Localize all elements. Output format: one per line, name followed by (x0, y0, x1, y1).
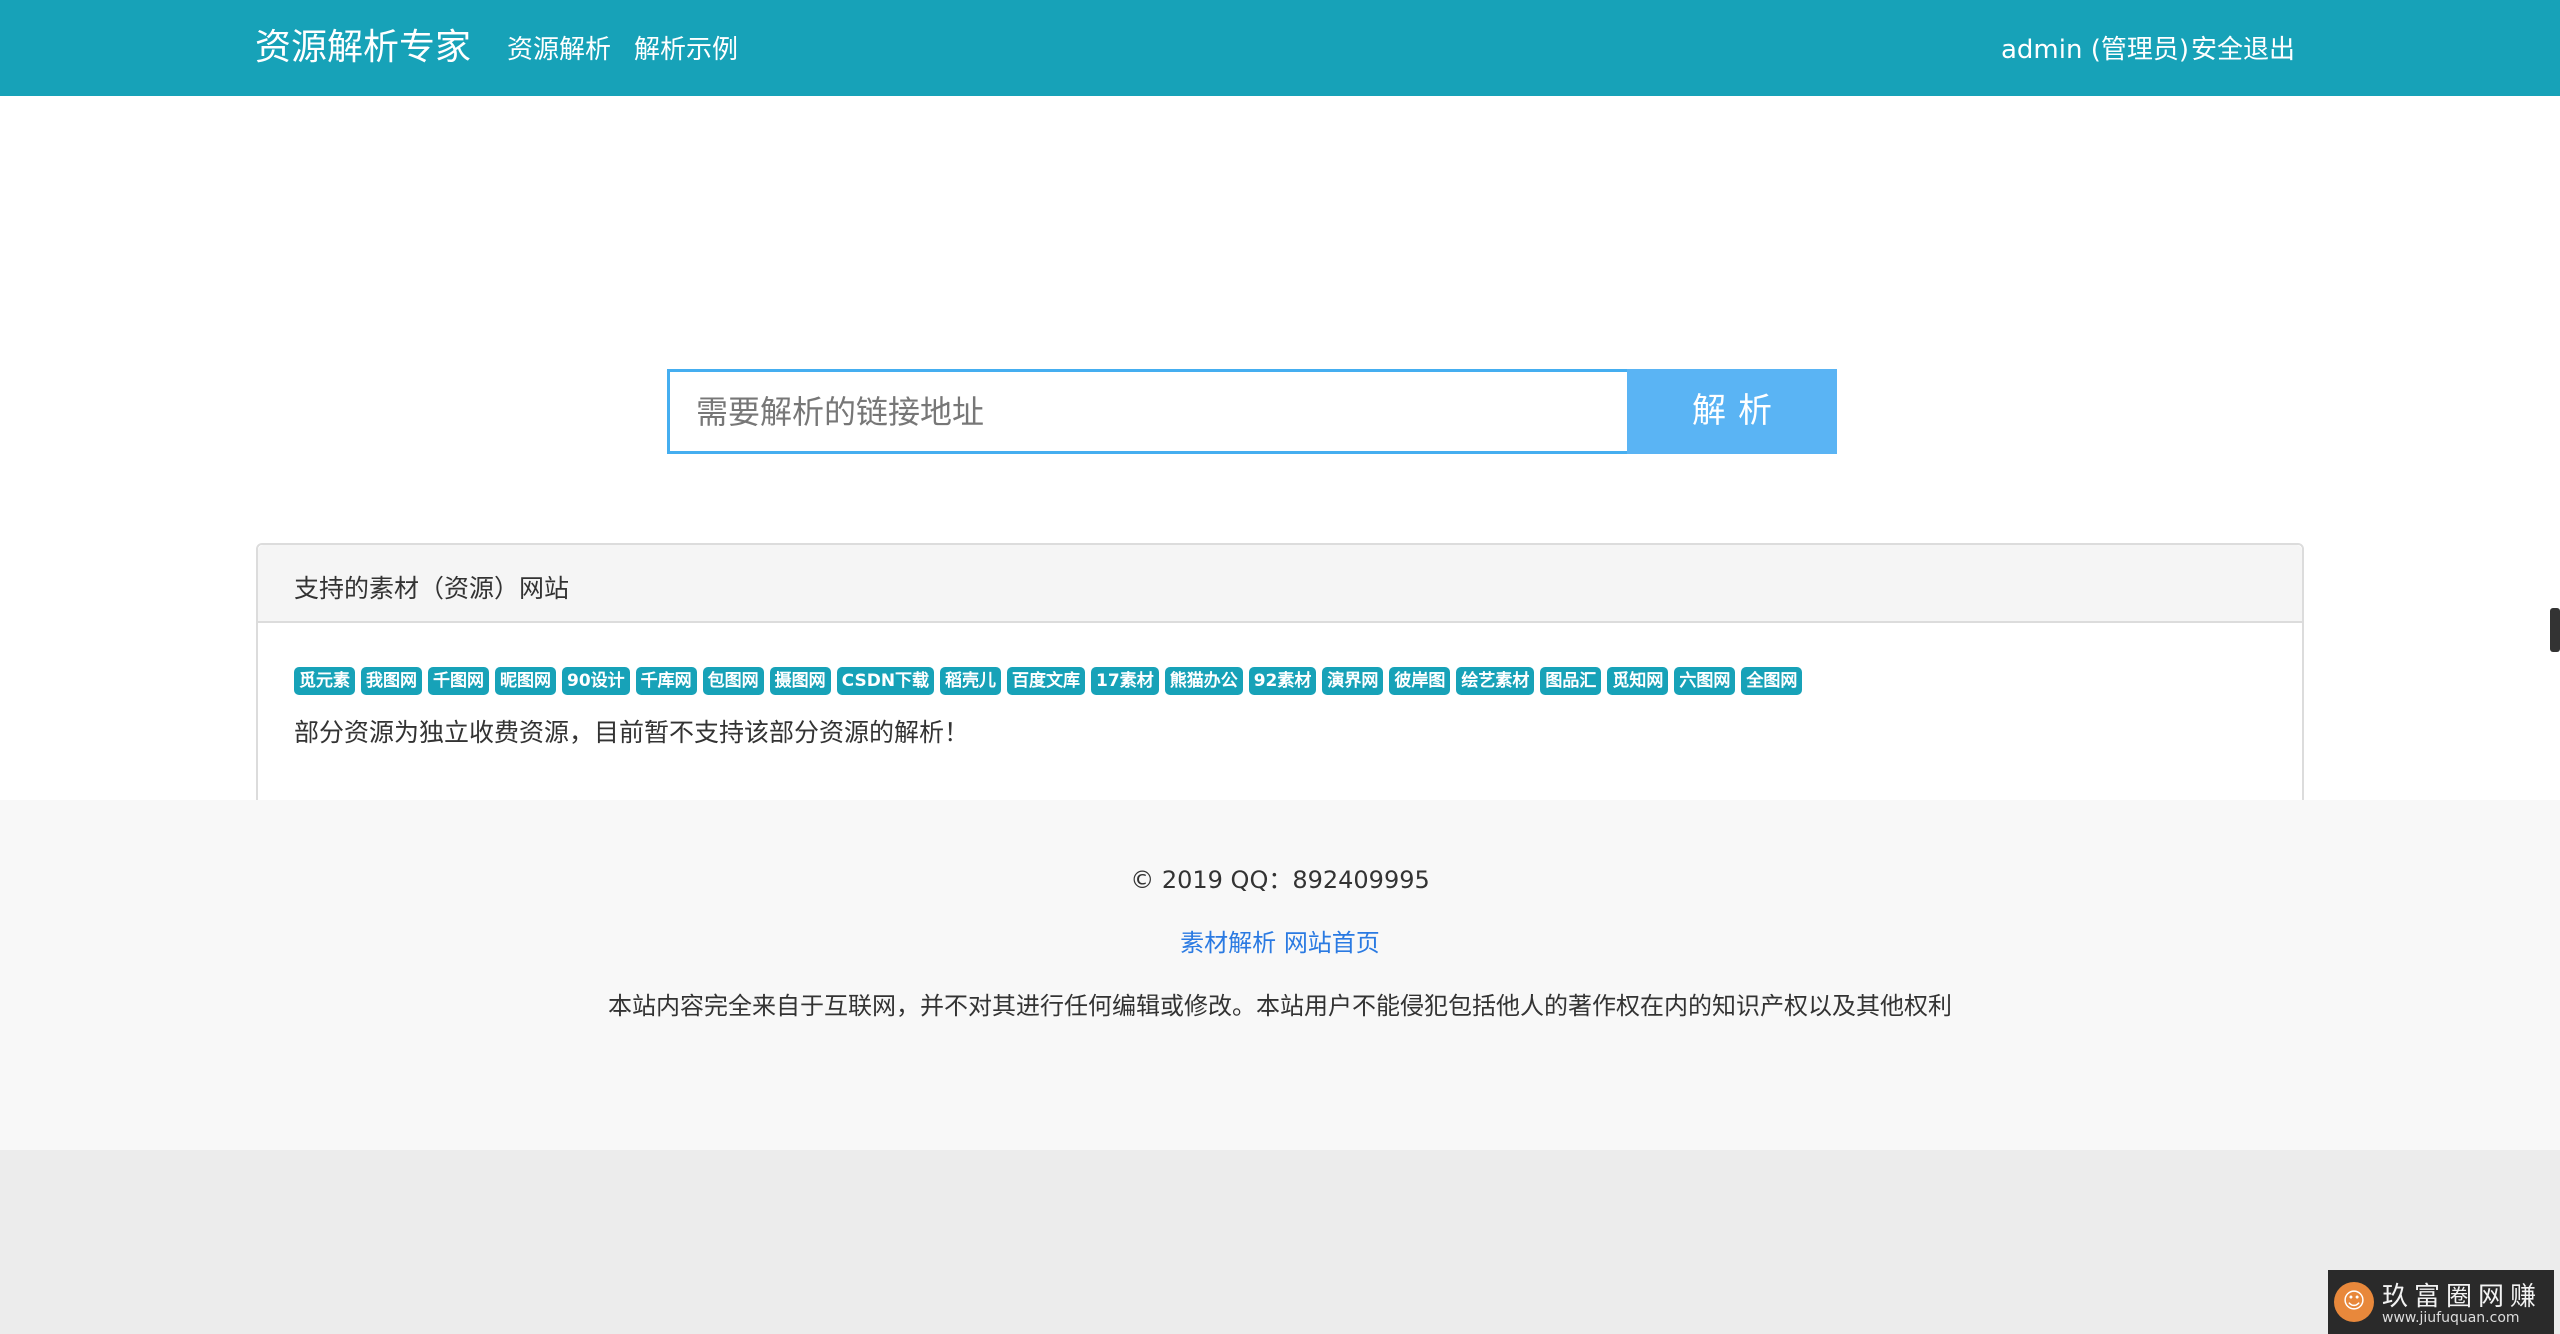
parse-button[interactable]: 解析 (1627, 369, 1837, 454)
site-tag[interactable]: CSDN下载 (836, 667, 935, 695)
site-tag[interactable]: 演界网 (1322, 667, 1384, 695)
main-content: 解析 支持的素材（资源）网站 觅元素我图网千图网昵图网90设计千库网包图网摄图网… (0, 96, 2560, 812)
site-tag[interactable]: 觅元素 (294, 667, 355, 695)
watermark-text: 玖富圈网赚 (2382, 1282, 2543, 1312)
site-tag[interactable]: 千库网 (635, 667, 697, 695)
user-menu[interactable]: admin (管理员) (2001, 30, 2189, 70)
nav-link-parse-examples[interactable]: 解析示例 (634, 30, 738, 70)
footer: © 2019 QQ：892409995 素材解析 网站首页 本站内容完全来自于互… (0, 800, 2560, 1150)
panel-header: 支持的素材（资源）网站 (258, 545, 2302, 623)
site-tag[interactable]: 90设计 (562, 667, 630, 695)
watermark-logo: ☺ 玖富圈网赚 www.jiufuquan.com (2328, 1270, 2554, 1334)
site-tag[interactable]: 六图网 (1674, 667, 1736, 695)
site-tag[interactable]: 百度文库 (1007, 667, 1086, 695)
watermark-url: www.jiufuquan.com (2382, 1310, 2520, 1326)
site-tag[interactable]: 图品汇 (1540, 667, 1602, 695)
site-brand[interactable]: 资源解析专家 (255, 22, 471, 74)
site-tag[interactable]: 包图网 (702, 667, 764, 695)
url-input[interactable] (667, 369, 1631, 454)
notice-text: 部分资源为独立收费资源，目前暂不支持该部分资源的解析！ (294, 718, 970, 747)
site-tag[interactable]: 熊猫办公 (1164, 667, 1243, 695)
supported-sites-panel: 支持的素材（资源）网站 觅元素 我图网 千图网 昵图网 90设计 千库网 包图网 摄图网 CSD… (256, 543, 2304, 812)
site-tag[interactable]: 92素材 (1248, 667, 1317, 695)
scrollbar-handle[interactable] (2550, 608, 2560, 652)
site-tag[interactable]: 彼岸图 (1389, 667, 1451, 695)
site-tag[interactable]: 千图网 (428, 667, 489, 695)
nav-link-resource-parse[interactable]: 资源解析 (507, 30, 611, 70)
watermark-badge-icon: ☺ (2334, 1282, 2374, 1322)
site-tag[interactable]: 摄图网 (769, 667, 831, 695)
site-tag[interactable]: 17素材 (1091, 667, 1159, 695)
footer-links: 素材解析 网站首页 (0, 923, 2560, 958)
site-tag[interactable]: 昵图网 (495, 667, 556, 695)
site-tag[interactable]: 全图网 (1741, 667, 1803, 695)
footer-link-parse[interactable]: 素材解析 (1180, 929, 1276, 957)
footer-disclaimer: 本站内容完全来自于互联网，并不对其进行任何编辑或修改。本站用户不能侵犯包括他人的… (608, 992, 1952, 1020)
site-tag[interactable]: 我图网 (361, 667, 422, 695)
footer-link-home[interactable]: 网站首页 (1284, 929, 1380, 957)
site-tags: 觅元素 我图网 千图网 昵图网 90设计 千库网 包图网 摄图网 CSDN下载 稻壳儿 百度文库 17… (294, 667, 1803, 695)
logout-link[interactable]: 安全退出 (2191, 30, 2295, 70)
site-tag[interactable]: 觅知网 (1607, 667, 1669, 695)
site-tag[interactable]: 稻壳儿 (940, 667, 1002, 695)
footer-copyright: © 2019 QQ：892409995 (1130, 866, 1430, 894)
top-navbar: 资源解析专家 资源解析 解析示例 admin (管理员) 安全退出 (0, 0, 2560, 96)
panel-title: 支持的素材（资源）网站 (294, 574, 570, 603)
site-tag[interactable]: 绘艺素材 (1456, 667, 1535, 695)
